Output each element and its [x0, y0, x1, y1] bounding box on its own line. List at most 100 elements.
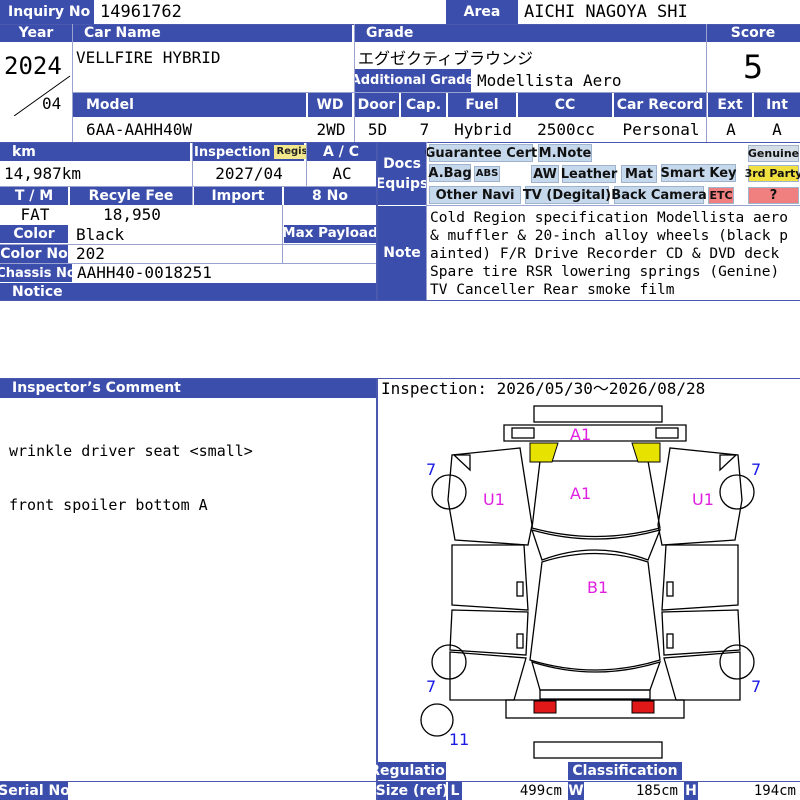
grade-value: エグゼクティブラウンジ	[358, 49, 534, 68]
wheel-front-right	[719, 474, 755, 510]
ac-label: A / C	[306, 143, 376, 161]
wheel-rear-left	[431, 644, 467, 680]
mark-wheel-rl: 7	[426, 677, 436, 696]
month-value: 04	[42, 94, 62, 113]
int-label: Int	[754, 93, 800, 117]
headlight-left	[529, 442, 559, 463]
equips-label: Equips	[375, 176, 429, 192]
color-value: Black	[76, 225, 125, 244]
docs-equips-label: Docs Equips	[375, 143, 429, 205]
comment-line-2: front spoiler bottom A	[9, 496, 208, 514]
w-label: W	[568, 782, 584, 800]
mark-wheel-fr: 7	[751, 460, 761, 479]
mark-right-side: U1	[692, 490, 714, 509]
serial-no-label: Serial No	[0, 782, 70, 800]
km-value: 14,987km	[4, 164, 82, 183]
inspection-period: Inspection: 2026/05/30～2026/08/28	[381, 379, 706, 398]
right-rear-quarter	[663, 651, 741, 701]
area-label: Area	[446, 0, 518, 24]
chassis-no-value: AAHH40-0018251	[77, 263, 212, 282]
classification-label: Classification	[568, 762, 682, 780]
front-grille-left	[511, 427, 535, 439]
inspection-label: Inspection Regist	[192, 143, 316, 161]
front-grille-right	[655, 427, 679, 439]
inquiry-no-value: 14961762	[100, 1, 182, 22]
headlight-right	[631, 442, 661, 463]
km-label: km	[0, 143, 190, 161]
notice-label: Notice	[0, 283, 376, 300]
additional-grade-label: Additional Grade	[351, 69, 474, 92]
l-value: 499cm	[519, 783, 562, 799]
left-handle-1	[516, 581, 524, 597]
inspectors-comment-text: wrinkle driver seat <small> front spoile…	[0, 400, 376, 514]
mark-hood: A1	[570, 484, 591, 503]
wd-label: WD	[308, 93, 352, 117]
left-rear-quarter	[449, 651, 527, 701]
inspection-value: 2027/04	[215, 164, 283, 183]
windshield	[530, 529, 662, 561]
year-label: Year	[0, 24, 72, 42]
mark-left-side: U1	[483, 490, 505, 509]
w-value: 185cm	[635, 783, 678, 799]
inspection-label-text: Inspection	[194, 144, 271, 160]
model-label: Model	[72, 93, 306, 117]
mark-front: A1	[570, 425, 591, 444]
smart-key-chip: Smart Key	[660, 164, 737, 182]
rear-step	[533, 741, 663, 759]
car-record-value: Personal	[622, 119, 700, 139]
tm-label: T / M	[0, 187, 68, 205]
comment-line-1: wrinkle driver seat <small>	[9, 442, 253, 460]
mark-wheel-rr: 7	[751, 677, 761, 696]
right-rear-door	[661, 609, 741, 656]
year-cell: 2024 04	[0, 42, 72, 116]
tv-degital-chip: TV (Degital)	[522, 186, 612, 204]
car-damage-diagram: A1 A1 U1 U1 B1 7 7 7 7 11	[420, 405, 761, 759]
regulation-label: Regulation	[369, 762, 455, 780]
mat-chip: Mat	[621, 165, 657, 183]
car-record-label: Car Record	[614, 93, 706, 117]
cap-value: 7	[419, 119, 430, 139]
l-label: L	[448, 782, 462, 800]
note-text: Cold Region specification Modellista aer…	[430, 210, 797, 298]
fuel-value: Hybrid	[454, 119, 512, 139]
fuel-label: Fuel	[448, 93, 516, 117]
additional-grade-value: Modellista Aero	[477, 70, 622, 90]
rear-window	[531, 660, 662, 691]
score-label: Score	[706, 24, 800, 42]
note-label: Note	[378, 206, 426, 300]
size-ref-label: Size (ref)	[375, 782, 449, 800]
8no-label: 8 No	[284, 187, 376, 205]
car-name-value: VELLFIRE HYBRID	[76, 48, 221, 67]
h-value: 194cm	[753, 783, 796, 799]
cap-label: Cap.	[401, 93, 446, 117]
rear-gate	[539, 689, 651, 700]
car-name-label: Car Name	[72, 24, 352, 42]
right-front-door	[661, 544, 739, 611]
cc-value: 2500cc	[537, 119, 595, 139]
mark-roof: B1	[587, 578, 608, 597]
hood	[531, 460, 661, 538]
score-value: 5	[742, 48, 764, 86]
leather-chip: Leather	[560, 165, 618, 183]
model-value: 6AA-AAHH40W	[86, 119, 192, 139]
color-label: Color	[0, 225, 68, 243]
import-label: Import	[194, 187, 282, 205]
a-bag-chip: A.Bag	[428, 164, 472, 182]
chassis-no-label: Chassis No	[0, 264, 76, 282]
left-handle-2	[516, 633, 524, 649]
wd-value: 2WD	[316, 119, 346, 139]
m-note-chip: M.Note	[538, 144, 592, 162]
grade-label: Grade	[354, 24, 706, 42]
right-handle-2	[666, 633, 674, 649]
ext-label: Ext	[708, 93, 752, 117]
taillight-right	[631, 700, 655, 714]
left-front-door	[451, 544, 529, 611]
mirror-right	[719, 454, 738, 472]
docs-label: Docs	[383, 156, 421, 172]
right-handle-1	[666, 581, 674, 597]
ext-value: A	[726, 119, 736, 139]
front-bumper	[533, 405, 663, 423]
aw-chip: AW	[531, 165, 559, 183]
mirror-left	[452, 454, 471, 472]
etc-chip: ETC	[708, 187, 734, 204]
